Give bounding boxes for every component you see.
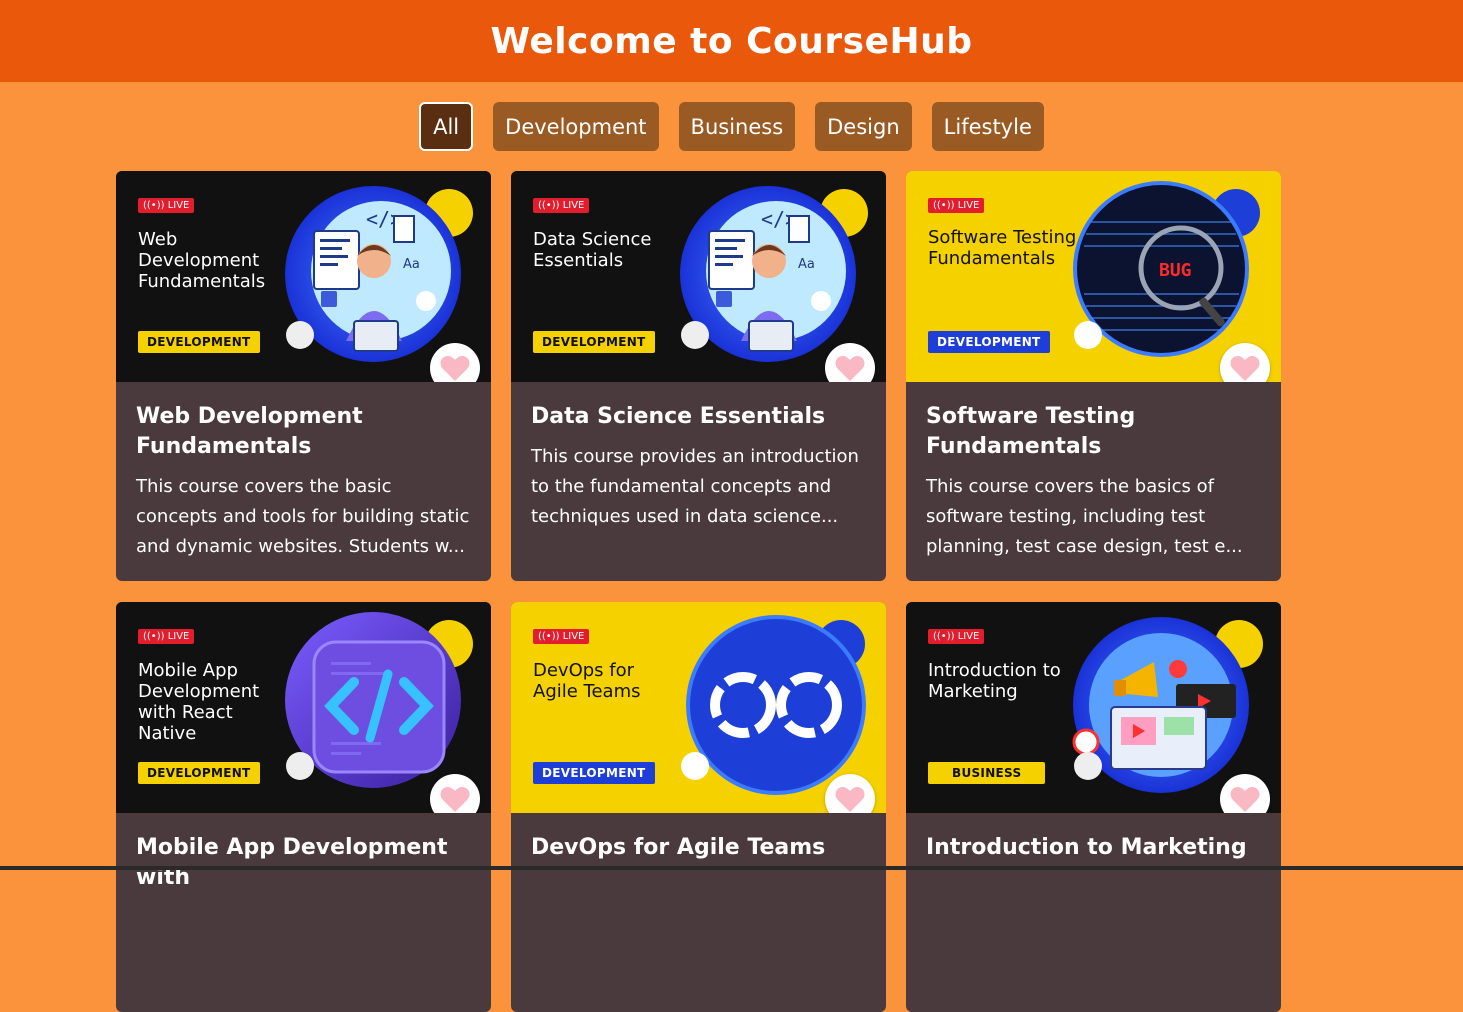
- course-banner: ((•)) LIVE Mobile App Development with R…: [116, 602, 491, 813]
- category-badge: DEVELOPMENT: [928, 331, 1050, 353]
- svg-text:Aa: Aa: [798, 257, 815, 272]
- course-description: This course covers the basics of softwar…: [926, 476, 1243, 557]
- course-title: DevOps for Agile Teams: [531, 835, 826, 860]
- course-title: Introduction to Marketing: [926, 835, 1247, 860]
- course-card[interactable]: ((•)) LIVE DevOps for Agile Teams DEVELO…: [511, 602, 886, 1012]
- live-badge: ((•)) LIVE: [138, 198, 195, 213]
- svg-text:BUG: BUG: [1159, 260, 1192, 281]
- course-banner: ((•)) LIVE Software Testing Fundamentals…: [906, 171, 1281, 382]
- heart-icon: [835, 355, 865, 381]
- banner-title: Web Development Fundamentals: [138, 229, 266, 292]
- course-banner: ((•)) LIVE DevOps for Agile Teams DEVELO…: [511, 602, 886, 813]
- banner-title: Mobile App Development with React Native: [138, 660, 260, 744]
- page-header: Welcome to CourseHub: [0, 0, 1463, 82]
- course-banner: ((•)) LIVE Data Science Essentials DEVEL…: [511, 171, 886, 382]
- course-description: This course covers the basic concepts an…: [136, 476, 470, 557]
- heart-icon: [440, 355, 470, 381]
- category-badge: DEVELOPMENT: [533, 331, 655, 353]
- course-banner: ((•)) LIVE Web Development Fundamentals …: [116, 171, 491, 382]
- filter-all-button[interactable]: All: [419, 102, 474, 151]
- course-description: This course provides an introduction to …: [531, 446, 859, 527]
- live-badge: ((•)) LIVE: [533, 629, 590, 644]
- course-card[interactable]: ((•)) LIVE Web Development Fundamentals …: [116, 171, 491, 581]
- filter-lifestyle-button[interactable]: Lifestyle: [931, 102, 1044, 151]
- course-title: Web Development Fundamentals: [136, 404, 363, 459]
- page-title: Welcome to CourseHub: [490, 20, 973, 62]
- category-badge: DEVELOPMENT: [533, 762, 655, 784]
- heart-icon: [440, 786, 470, 812]
- course-title: Mobile App Development with: [136, 835, 448, 890]
- filter-development-button[interactable]: Development: [493, 102, 659, 151]
- filter-design-button[interactable]: Design: [815, 102, 912, 151]
- live-badge: ((•)) LIVE: [138, 629, 195, 644]
- course-card[interactable]: ((•)) LIVE Software Testing Fundamentals…: [906, 171, 1281, 581]
- course-card[interactable]: ((•)) LIVE Introduction to Marketing BUS…: [906, 602, 1281, 1012]
- live-badge: ((•)) LIVE: [533, 198, 590, 213]
- heart-icon: [1230, 355, 1260, 381]
- category-badge: BUSINESS: [928, 762, 1046, 784]
- filter-business-button[interactable]: Business: [678, 102, 796, 151]
- course-card[interactable]: ((•)) LIVE Data Science Essentials DEVEL…: [511, 171, 886, 581]
- course-title: Data Science Essentials: [531, 404, 826, 429]
- banner-title: Data Science Essentials: [533, 229, 652, 271]
- category-badge: DEVELOPMENT: [138, 331, 260, 353]
- banner-title: Introduction to Marketing: [928, 660, 1061, 702]
- svg-text:Aa: Aa: [403, 257, 420, 272]
- banner-title: DevOps for Agile Teams: [533, 660, 641, 702]
- course-title: Software Testing Fundamentals: [926, 404, 1136, 459]
- category-filter-bar: All Development Business Design Lifestyl…: [0, 102, 1463, 151]
- heart-icon: [1230, 786, 1260, 812]
- course-banner: ((•)) LIVE Introduction to Marketing BUS…: [906, 602, 1281, 813]
- course-card[interactable]: ((•)) LIVE Mobile App Development with R…: [116, 602, 491, 1012]
- live-badge: ((•)) LIVE: [928, 198, 985, 213]
- heart-icon: [835, 786, 865, 812]
- page-bottom-edge: [0, 866, 1463, 870]
- live-badge: ((•)) LIVE: [928, 629, 985, 644]
- category-badge: DEVELOPMENT: [138, 762, 260, 784]
- banner-title: Software Testing Fundamentals: [928, 227, 1077, 269]
